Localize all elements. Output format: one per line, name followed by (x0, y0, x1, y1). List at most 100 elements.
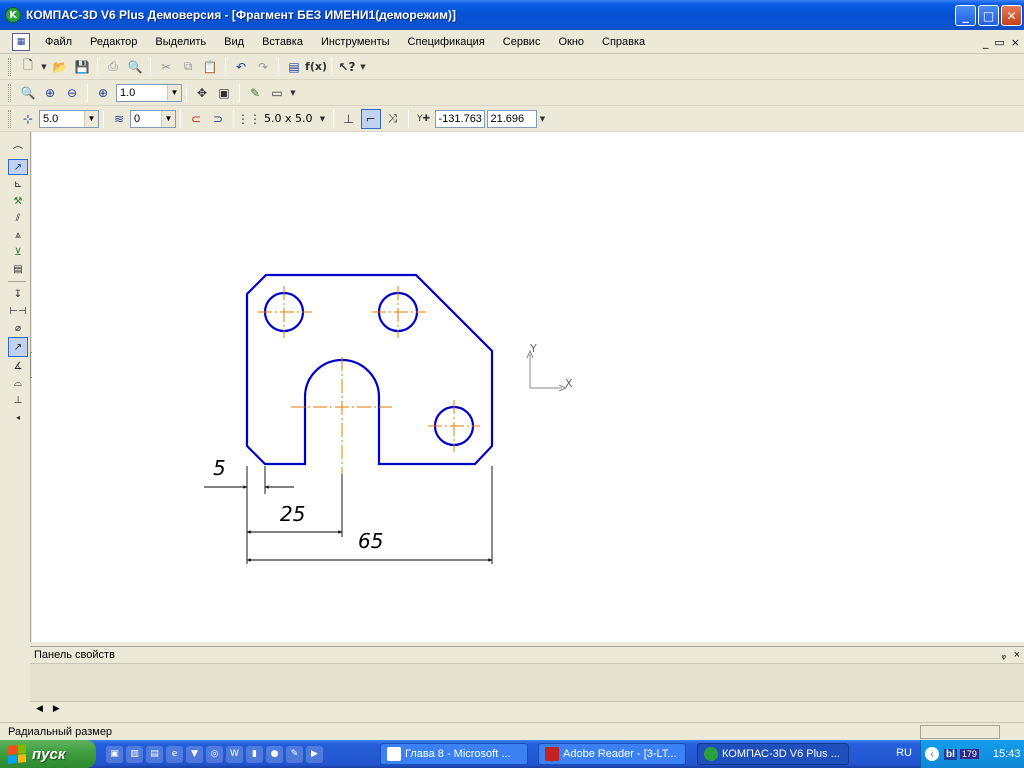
geometry-icon[interactable]: ⌒ (8, 142, 28, 158)
save-icon[interactable]: 💾 (72, 57, 92, 77)
arc-dimension-icon[interactable]: ⌓ (8, 375, 28, 391)
archive-icon[interactable]: ▮ (246, 745, 263, 763)
menu-window[interactable]: Окно (549, 36, 593, 48)
chevron-down-icon[interactable]: ▼ (167, 84, 181, 101)
tray-app-icon[interactable]: bl (944, 748, 957, 760)
refresh-pencil-icon[interactable]: ✎ (245, 83, 265, 103)
browser-icon[interactable]: ● (266, 745, 283, 763)
dimensions-icon[interactable]: ↗ (8, 159, 28, 175)
round-off-icon[interactable]: ⤨ (383, 109, 403, 129)
open-folder-icon[interactable]: 📂 (50, 57, 70, 77)
menu-view[interactable]: Вид (215, 36, 253, 48)
cut-icon[interactable]: ✂ (156, 57, 176, 77)
menu-service[interactable]: Сервис (494, 36, 550, 48)
dropdown-arrow-icon[interactable]: ▼ (289, 83, 297, 103)
show-all-icon[interactable]: ▣ (214, 83, 234, 103)
layers-icon[interactable]: ≋ (109, 109, 129, 129)
ortho-mode-icon[interactable]: ⌐ (360, 108, 381, 129)
menu-tools[interactable]: Инструменты (312, 36, 399, 48)
snap-magnet-alt-icon[interactable]: ⊃ (208, 109, 228, 129)
mdi-restore-button[interactable]: ▭ (994, 36, 1004, 49)
step-combo[interactable]: 5.0 ▼ (39, 109, 99, 128)
menu-file[interactable]: Файл (36, 36, 81, 48)
media-player-icon[interactable]: ▶ (306, 745, 323, 763)
new-document-icon[interactable]: 🗋 (18, 57, 38, 77)
panel-close-icon[interactable]: × (1014, 649, 1020, 661)
document-icon[interactable]: ▤ (146, 745, 163, 763)
snap-magnet-icon[interactable]: ⊂ (186, 109, 206, 129)
cursor-x-field[interactable]: -131.763 (434, 109, 485, 128)
selection-icon[interactable]: ⊻ (8, 244, 28, 260)
copy-icon[interactable]: ⧉ (178, 57, 198, 77)
function-fx-icon[interactable]: f(x) (305, 57, 327, 77)
kompas-logo-icon[interactable]: K (5, 7, 21, 23)
explorer-icon[interactable]: ▥ (126, 745, 143, 763)
chevron-down-icon[interactable]: ▼ (161, 110, 175, 127)
pan-icon[interactable]: ✥ (192, 83, 212, 103)
pin-icon[interactable]: ᵩ (1002, 650, 1006, 661)
zoom-out-icon[interactable]: ⊖ (62, 83, 82, 103)
desktop-icon[interactable]: ▣ (106, 745, 123, 763)
help-pointer-icon[interactable]: ↖? (337, 57, 357, 77)
display-mode-icon[interactable]: ▭ (267, 83, 287, 103)
diameter-dimension-icon[interactable]: ⌀ (8, 320, 28, 336)
zoom-in-icon[interactable]: ⊕ (40, 83, 60, 103)
layer-combo[interactable]: 0 ▼ (130, 109, 176, 128)
measurements-icon[interactable]: ⩓ (8, 227, 28, 243)
tray-back-icon[interactable]: ‹ (925, 747, 939, 761)
close-button[interactable]: ✕ (1001, 5, 1022, 26)
dropdown-arrow-icon[interactable]: ▼ (538, 109, 548, 129)
parametrization-icon[interactable]: ⫽ (8, 210, 28, 226)
minimize-button[interactable]: _ (955, 5, 976, 26)
toolbar-grip[interactable] (8, 57, 11, 76)
mdi-minimize-button[interactable]: _ (983, 36, 989, 49)
mdi-close-button[interactable]: × (1011, 36, 1020, 49)
word-icon[interactable]: W (226, 745, 243, 763)
toolbar-grip[interactable] (8, 109, 11, 128)
dimension-text-25[interactable]: 25 (280, 502, 305, 526)
dimension-text-65[interactable]: 65 (358, 529, 383, 553)
print-preview-icon[interactable]: 🔍 (125, 57, 145, 77)
toolbar-grip[interactable] (8, 83, 11, 102)
chevron-down-icon[interactable]: ▼ (84, 110, 98, 127)
paste-icon[interactable]: 📋 (200, 57, 220, 77)
designations-icon[interactable]: ⊾ (8, 176, 28, 192)
zoom-window-icon[interactable]: 🔍 (18, 83, 38, 103)
zoom-scale-icon[interactable]: ⊕ (93, 83, 113, 103)
grid-icon[interactable]: ⋮⋮ (237, 109, 261, 129)
collapse-arrow-icon[interactable]: ◂ (8, 409, 28, 425)
language-indicator[interactable]: RU (896, 747, 912, 759)
start-button[interactable]: пуск (0, 740, 96, 768)
menu-editor[interactable]: Редактор (81, 36, 146, 48)
height-dimension-icon[interactable]: ⊥ (8, 392, 28, 408)
undo-icon[interactable]: ↶ (231, 57, 251, 77)
print-icon[interactable]: ⎙ (103, 57, 123, 77)
task-adobe-reader[interactable]: Adobe Reader - [3-LT... (538, 743, 686, 765)
grid-value[interactable]: 5.0 x 5.0 (264, 112, 313, 125)
local-cs-icon[interactable]: ⊥ (339, 109, 359, 129)
angular-dimension-icon[interactable]: ∡ (8, 358, 28, 374)
internet-explorer-icon[interactable]: e (166, 745, 183, 763)
menu-help[interactable]: Справка (593, 36, 654, 48)
cursor-y-field[interactable]: 21.696 (486, 109, 537, 128)
menu-specification[interactable]: Спецификация (399, 36, 494, 48)
menu-insert[interactable]: Вставка (253, 36, 312, 48)
calculator-icon[interactable]: ▤ (284, 57, 304, 77)
zoom-combo[interactable]: 1.0 ▼ (116, 83, 182, 102)
pen-icon[interactable]: ✎ (286, 745, 303, 763)
dropdown-arrow-icon[interactable]: ▼ (359, 57, 367, 77)
editing-icon[interactable]: ⚒ (8, 193, 28, 209)
drawing-area[interactable]: 5 25 65 Y X (32, 132, 1024, 642)
spec-icon[interactable]: ▤ (8, 261, 28, 277)
linear-dimension-icon[interactable]: ⊢⊣ (8, 303, 28, 319)
dropdown-arrow-icon[interactable]: ▼ (318, 109, 328, 129)
dimension-text-5[interactable]: 5 (213, 456, 226, 480)
nav-left-icon[interactable]: ◀ (36, 704, 43, 714)
dropdown-arrow-icon[interactable]: ▼ (40, 57, 48, 77)
menu-select[interactable]: Выделить (146, 36, 215, 48)
maximize-button[interactable]: □ (978, 5, 999, 26)
filter-icon[interactable]: ▼ (186, 745, 203, 763)
task-kompas[interactable]: КОМПАС-3D V6 Plus ... (697, 743, 849, 765)
nav-right-icon[interactable]: ▶ (53, 704, 60, 714)
document-icon[interactable]: ▦ (12, 32, 30, 51)
